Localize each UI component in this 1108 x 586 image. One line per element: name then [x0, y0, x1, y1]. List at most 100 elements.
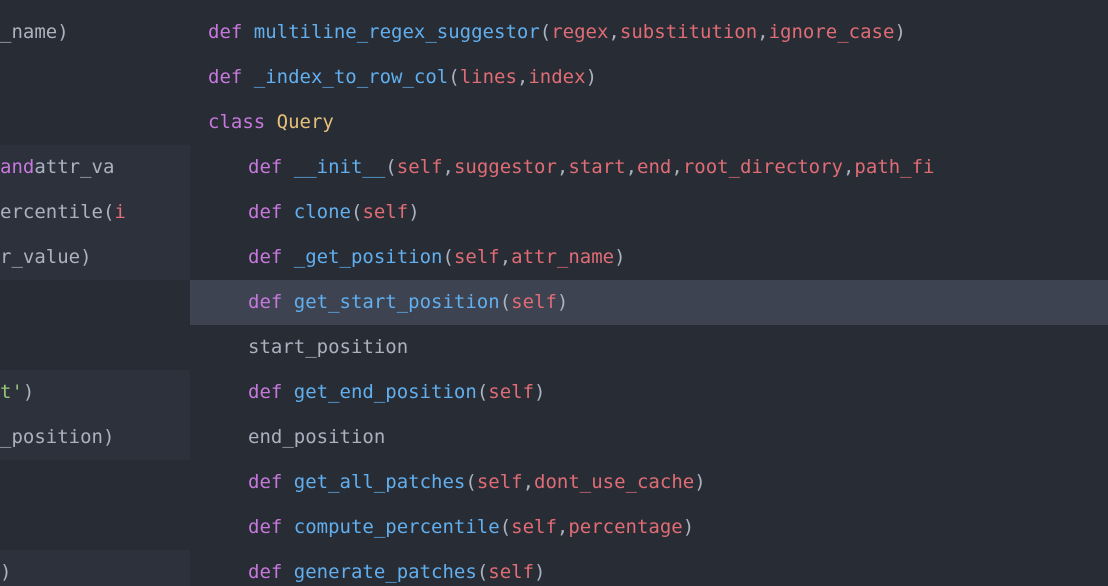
paren: ) — [534, 378, 545, 407]
comma: , — [557, 153, 568, 182]
param: ignore_case — [769, 18, 895, 47]
comma: , — [517, 63, 528, 92]
outline-item[interactable]: def clone(self) — [190, 190, 1108, 235]
code-line: ) — [0, 550, 190, 586]
self-param: self — [511, 513, 557, 542]
outline-item[interactable]: def get_all_patches(self, dont_use_cache… — [190, 460, 1108, 505]
class-name: Query — [277, 108, 334, 137]
comma: , — [443, 153, 454, 182]
outline-item-class[interactable]: class Query — [190, 100, 1108, 145]
function-name: get_start_position — [294, 288, 500, 317]
code-line: r_value) — [0, 235, 190, 280]
keyword-def: def — [208, 63, 242, 92]
paren: ) — [0, 558, 11, 586]
paren: ( — [443, 243, 454, 272]
code-fragment: ercentile( — [0, 198, 114, 227]
comma: , — [757, 18, 768, 47]
outline-pane[interactable]: def multiline_regex_suggestor(regex, sub… — [190, 0, 1108, 586]
outline-item[interactable]: def _get_position(self, attr_name) — [190, 235, 1108, 280]
self-param: self — [488, 558, 534, 586]
code-fragment: attr_va — [34, 153, 114, 182]
param: suggestor — [454, 153, 557, 182]
code-fragment: _position — [0, 423, 103, 452]
code-line-empty — [0, 55, 190, 100]
code-line: _position) — [0, 415, 190, 460]
code-line: and attr_va — [0, 145, 190, 190]
paren: ) — [534, 558, 545, 586]
param: lines — [460, 63, 517, 92]
function-name: _index_to_row_col — [254, 63, 448, 92]
code-line-empty — [0, 505, 190, 550]
paren: ( — [500, 513, 511, 542]
param: dont_use_cache — [534, 468, 694, 497]
function-name: get_all_patches — [294, 468, 466, 497]
self-param: self — [477, 468, 523, 497]
param: end — [637, 153, 671, 182]
string-fragment: t' — [0, 378, 23, 407]
paren: ( — [465, 468, 476, 497]
comma: , — [500, 243, 511, 272]
comma: , — [523, 468, 534, 497]
keyword-def: def — [248, 198, 282, 227]
param: regex — [551, 18, 608, 47]
paren: ) — [103, 423, 114, 452]
comma: , — [671, 153, 682, 182]
paren: ( — [385, 153, 396, 182]
paren: ) — [683, 513, 694, 542]
outline-item[interactable]: def get_end_position(self) — [190, 370, 1108, 415]
outline-item[interactable]: def __init__(self, suggestor, start, end… — [190, 145, 1108, 190]
function-name: compute_percentile — [294, 513, 500, 542]
keyword-def: def — [248, 468, 282, 497]
code-line-empty — [0, 280, 190, 325]
function-name: _get_position — [294, 243, 443, 272]
function-name: generate_patches — [294, 558, 477, 586]
paren: ( — [500, 288, 511, 317]
paren: ) — [408, 198, 419, 227]
property-name: end_position — [248, 423, 385, 452]
keyword: and — [0, 153, 34, 182]
self-param: self — [362, 198, 408, 227]
code-fragment: _name — [0, 18, 57, 47]
outline-item[interactable]: def multiline_regex_suggestor(regex, sub… — [190, 10, 1108, 55]
paren: ( — [540, 18, 551, 47]
outline-item-property[interactable]: end_position — [190, 415, 1108, 460]
self-param: self — [397, 153, 443, 182]
editor-left-pane: _name) and attr_va ercentile(i r_value) … — [0, 0, 190, 586]
outline-item-selected[interactable]: def get_start_position(self) — [190, 280, 1108, 325]
comma: , — [557, 513, 568, 542]
param: index — [528, 63, 585, 92]
outline-item[interactable]: def _index_to_row_col(lines, index) — [190, 55, 1108, 100]
self-param: self — [511, 288, 557, 317]
keyword-def: def — [248, 288, 282, 317]
paren: ) — [614, 243, 625, 272]
paren: ( — [351, 198, 362, 227]
code-line-empty — [0, 460, 190, 505]
function-name: clone — [294, 198, 351, 227]
function-name: __init__ — [294, 153, 386, 182]
code-fragment: r_value — [0, 243, 80, 272]
keyword-class: class — [208, 108, 265, 137]
function-name: multiline_regex_suggestor — [254, 18, 540, 47]
outline-item[interactable]: def compute_percentile(self, percentage) — [190, 505, 1108, 550]
param: i — [114, 198, 125, 227]
param: attr_name — [511, 243, 614, 272]
code-line-empty — [0, 325, 190, 370]
code-line: t') — [0, 370, 190, 415]
paren: ( — [477, 558, 488, 586]
outline-item[interactable]: def generate_patches(self) — [190, 550, 1108, 586]
function-name: get_end_position — [294, 378, 477, 407]
keyword-def: def — [248, 153, 282, 182]
property-name: start_position — [248, 333, 408, 362]
self-param: self — [488, 378, 534, 407]
keyword-def: def — [248, 243, 282, 272]
outline-item-property[interactable]: start_position — [190, 325, 1108, 370]
keyword-def: def — [248, 558, 282, 586]
param: start — [568, 153, 625, 182]
param: percentage — [568, 513, 682, 542]
paren: ) — [23, 378, 34, 407]
keyword-def: def — [248, 378, 282, 407]
keyword-def: def — [208, 18, 242, 47]
comma: , — [608, 18, 619, 47]
paren: ( — [477, 378, 488, 407]
paren: ( — [448, 63, 459, 92]
